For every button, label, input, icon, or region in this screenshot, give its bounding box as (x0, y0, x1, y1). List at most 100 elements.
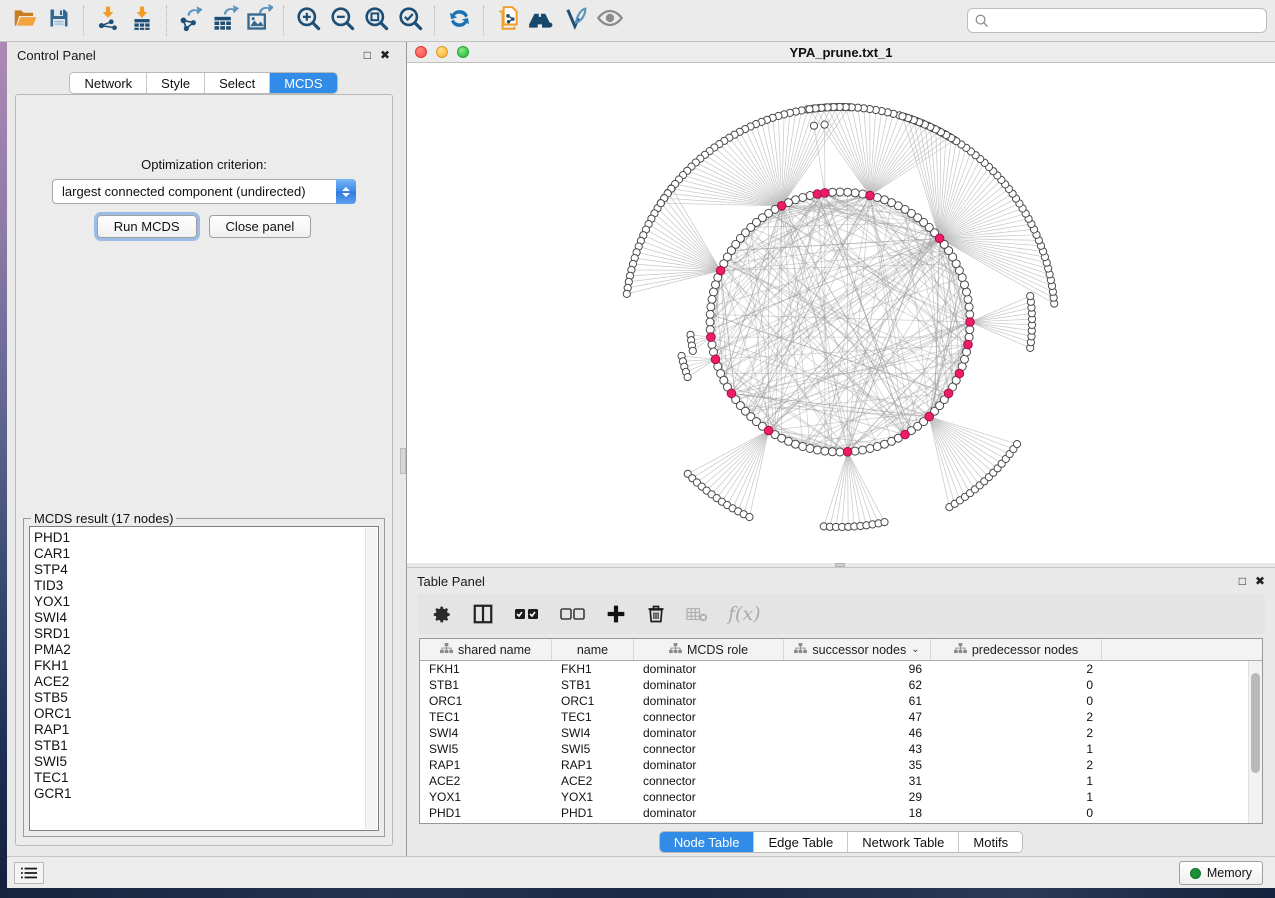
column-header-name[interactable]: name (552, 639, 634, 660)
close-panel-icon[interactable]: ✖ (380, 49, 390, 61)
export-network-button[interactable] (174, 4, 208, 38)
export-image-icon (245, 4, 273, 37)
delete-table-button-disabled (686, 607, 708, 622)
zoom-fit-button[interactable] (359, 4, 393, 38)
network-window-titlebar[interactable]: YPA_prune.txt_1 (407, 42, 1275, 63)
tab-select[interactable]: Select (204, 73, 269, 93)
result-list-item[interactable]: ORC1 (34, 706, 360, 722)
table-row[interactable]: TEC1TEC1connector472 (420, 709, 1248, 725)
plus-icon (606, 604, 626, 624)
result-list-item[interactable]: FKH1 (34, 658, 360, 674)
table-row[interactable]: SWI5SWI5connector431 (420, 741, 1248, 757)
main-toolbar (0, 0, 1275, 42)
show-columns-button[interactable] (472, 603, 494, 625)
table-panel: Table Panel □ ✖ f(x) shared namenameMCDS… (407, 567, 1275, 856)
result-list-item[interactable]: STP4 (34, 562, 360, 578)
import-table-button[interactable] (125, 4, 159, 38)
table-scrollbar[interactable] (1248, 661, 1262, 823)
run-mcds-button[interactable]: Run MCDS (97, 215, 197, 238)
search-icon (974, 13, 989, 28)
result-list-item[interactable]: SWI5 (34, 754, 360, 770)
tab-mcds[interactable]: MCDS (269, 73, 336, 93)
search-network-button[interactable] (525, 4, 559, 38)
result-list-item[interactable]: PHD1 (34, 530, 360, 546)
save-button[interactable] (42, 4, 76, 38)
refresh-icon (446, 5, 473, 37)
export-table-button[interactable] (208, 4, 242, 38)
result-list-scrollbar[interactable] (365, 528, 377, 829)
open-button[interactable] (8, 4, 42, 38)
result-list-item[interactable]: RAP1 (34, 722, 360, 738)
function-builder-button-disabled: f(x) (728, 603, 761, 625)
toolbar-separator (166, 6, 167, 36)
table-options-button[interactable] (433, 605, 452, 624)
table-row[interactable]: RAP1RAP1dominator352 (420, 757, 1248, 773)
zoom-fit-icon (363, 5, 390, 37)
checked-boxes-icon (514, 607, 540, 621)
tab-edge-table[interactable]: Edge Table (753, 832, 847, 852)
result-list-item[interactable]: SWI4 (34, 610, 360, 626)
table-panel-title: Table Panel (417, 574, 485, 589)
table-row[interactable]: FKH1FKH1dominator962 (420, 661, 1248, 677)
zoom-selected-icon (397, 5, 424, 37)
float-panel-icon[interactable]: □ (1239, 575, 1246, 587)
scrollbar-thumb[interactable] (1251, 673, 1260, 773)
network-view[interactable] (407, 63, 1275, 563)
table-row[interactable]: YOX1YOX1connector291 (420, 789, 1248, 805)
delete-column-button[interactable] (646, 604, 666, 624)
zoom-selected-button[interactable] (393, 4, 427, 38)
network-graph[interactable] (407, 63, 1275, 563)
result-list-item[interactable]: GCR1 (34, 786, 360, 802)
control-panel-titlebar: Control Panel □ ✖ (7, 42, 400, 68)
optimization-criterion-select[interactable]: largest connected component (undirected) (52, 179, 356, 204)
result-list-item[interactable]: TEC1 (34, 770, 360, 786)
clone-network-button[interactable] (491, 4, 525, 38)
deselect-all-button[interactable] (560, 607, 586, 621)
column-header-successor-nodes[interactable]: successor nodes⌄ (784, 639, 931, 660)
result-list-item[interactable]: STB1 (34, 738, 360, 754)
result-list-item[interactable]: ACE2 (34, 674, 360, 690)
vizmapper-button[interactable] (559, 4, 593, 38)
table-row[interactable]: ACE2ACE2connector311 (420, 773, 1248, 789)
add-column-button[interactable] (606, 604, 626, 624)
column-header-predecessor-nodes[interactable]: predecessor nodes (931, 639, 1102, 660)
column-header-shared-name[interactable]: shared name (420, 639, 552, 660)
close-panel-icon[interactable]: ✖ (1255, 575, 1265, 587)
task-history-button[interactable] (14, 862, 44, 884)
global-search[interactable] (967, 8, 1267, 33)
sort-desc-icon: ⌄ (911, 644, 919, 655)
mcds-result-list[interactable]: PHD1CAR1STP4TID3YOX1SWI4SRD1PMA2FKH1ACE2… (29, 526, 379, 831)
show-hide-button[interactable] (593, 4, 627, 38)
close-panel-button[interactable]: Close panel (209, 215, 312, 238)
zoom-in-button[interactable] (291, 4, 325, 38)
toolbar-separator (283, 6, 284, 36)
table-row[interactable]: PHD1PHD1dominator180 (420, 805, 1248, 821)
import-network-button[interactable] (91, 4, 125, 38)
float-panel-icon[interactable]: □ (364, 49, 371, 61)
result-list-item[interactable]: SRD1 (34, 626, 360, 642)
refresh-button[interactable] (442, 4, 476, 38)
select-all-button[interactable] (514, 607, 540, 621)
column-header-MCDS-role[interactable]: MCDS role (634, 639, 784, 660)
result-list-item[interactable]: PMA2 (34, 642, 360, 658)
trash-icon (646, 604, 666, 624)
tab-network-table[interactable]: Network Table (847, 832, 958, 852)
result-list-item[interactable]: CAR1 (34, 546, 360, 562)
result-list-item[interactable]: YOX1 (34, 594, 360, 610)
export-image-button[interactable] (242, 4, 276, 38)
attribute-tree-icon (954, 643, 967, 657)
zoom-out-button[interactable] (325, 4, 359, 38)
table-row[interactable]: STB1STB1dominator620 (420, 677, 1248, 693)
search-input[interactable] (994, 14, 1260, 28)
tab-motifs[interactable]: Motifs (958, 832, 1022, 852)
table-row[interactable]: ORC1ORC1dominator610 (420, 693, 1248, 709)
memory-button[interactable]: Memory (1179, 861, 1263, 885)
tab-network[interactable]: Network (70, 73, 146, 93)
tab-node-table[interactable]: Node Table (660, 832, 754, 852)
vertical-splitter[interactable] (400, 42, 407, 856)
result-list-item[interactable]: TID3 (34, 578, 360, 594)
result-list-item[interactable]: STB5 (34, 690, 360, 706)
splitter-grip[interactable] (400, 448, 406, 474)
table-row[interactable]: SWI4SWI4dominator462 (420, 725, 1248, 741)
tab-style[interactable]: Style (146, 73, 204, 93)
